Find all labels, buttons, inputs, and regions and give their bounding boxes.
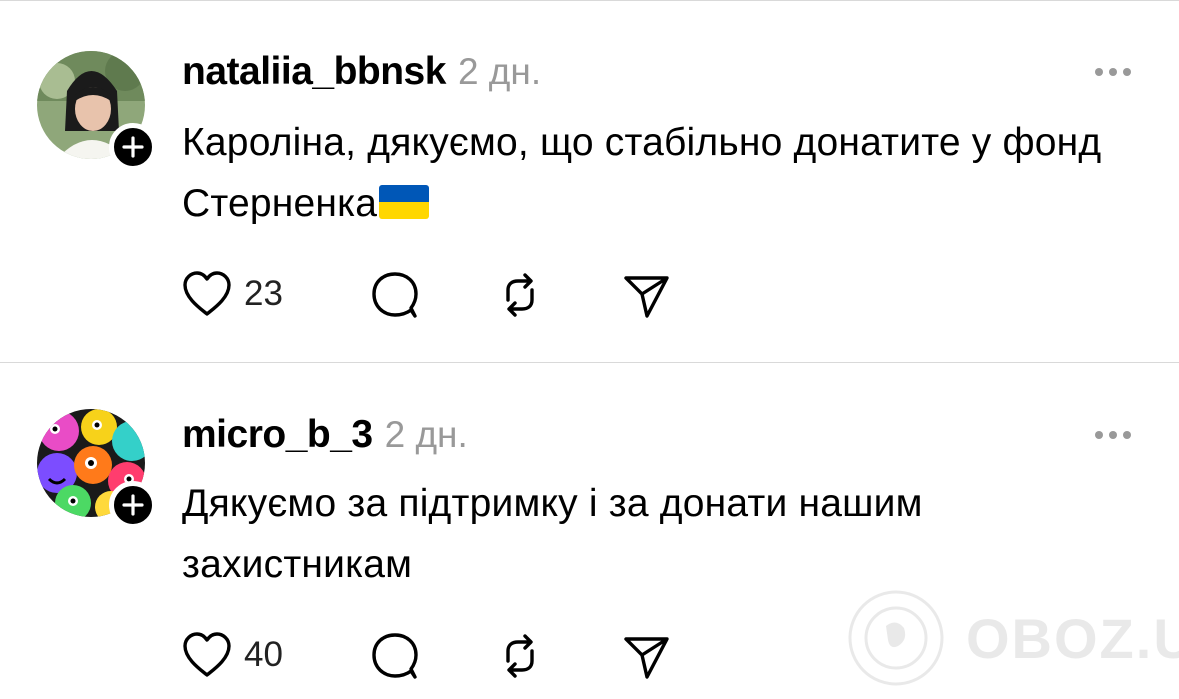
more-options-button[interactable] — [1095, 431, 1131, 439]
reply-button[interactable] — [369, 631, 421, 681]
dot-icon — [1095, 68, 1103, 76]
send-icon — [624, 276, 669, 318]
post-header: micro_b_3 2 дн. — [182, 413, 468, 457]
timestamp: 2 дн. — [457, 51, 542, 92]
reply-button[interactable] — [369, 270, 421, 320]
follow-button[interactable] — [109, 481, 157, 529]
heart-icon — [183, 632, 231, 677]
heart-icon — [183, 271, 231, 316]
dot-icon — [1095, 431, 1103, 439]
globe-logo-icon — [848, 590, 944, 686]
post-text-content: Кароліна, дякуємо, що стабільно донатите… — [182, 121, 1102, 225]
like-count: 40 — [244, 635, 283, 674]
send-icon — [624, 637, 669, 679]
comment-bubble-icon — [372, 633, 418, 679]
thread-post: nataliia_bbnsk 2 дн. Кароліна, дякуємо, … — [0, 0, 1179, 362]
ukraine-flag-icon — [379, 185, 430, 219]
repost-button[interactable] — [494, 270, 546, 320]
avatar[interactable] — [37, 409, 157, 529]
plus-icon — [122, 136, 144, 158]
watermark: OBOZ.UA — [846, 588, 1179, 688]
dot-icon — [1109, 431, 1117, 439]
timestamp: 2 дн. — [384, 414, 468, 455]
follow-button[interactable] — [109, 123, 157, 171]
dot-icon — [1123, 431, 1131, 439]
post-text: Кароліна, дякуємо, що стабільно донатите… — [182, 112, 1152, 234]
avatar[interactable] — [37, 51, 157, 171]
repost-icon — [506, 273, 534, 317]
like-button[interactable]: 23 — [181, 270, 283, 318]
post-text: Дякуємо за підтримку і за донати нашим з… — [182, 473, 1152, 595]
username[interactable]: nataliia_bbnsk — [182, 50, 446, 94]
share-button[interactable] — [621, 631, 673, 681]
like-button[interactable]: 40 — [181, 631, 283, 679]
dot-icon — [1109, 68, 1117, 76]
dot-icon — [1123, 68, 1131, 76]
like-count: 23 — [244, 274, 283, 313]
repost-icon — [506, 634, 534, 678]
username[interactable]: micro_b_3 — [182, 413, 373, 457]
more-options-button[interactable] — [1095, 68, 1131, 76]
repost-button[interactable] — [494, 631, 546, 681]
share-button[interactable] — [621, 270, 673, 320]
post-text-content: Дякуємо за підтримку і за донати нашим з… — [182, 482, 923, 586]
comment-bubble-icon — [372, 272, 418, 318]
plus-icon — [122, 494, 144, 516]
post-header: nataliia_bbnsk 2 дн. — [182, 50, 541, 94]
watermark-text: OBOZ.UA — [966, 607, 1179, 670]
